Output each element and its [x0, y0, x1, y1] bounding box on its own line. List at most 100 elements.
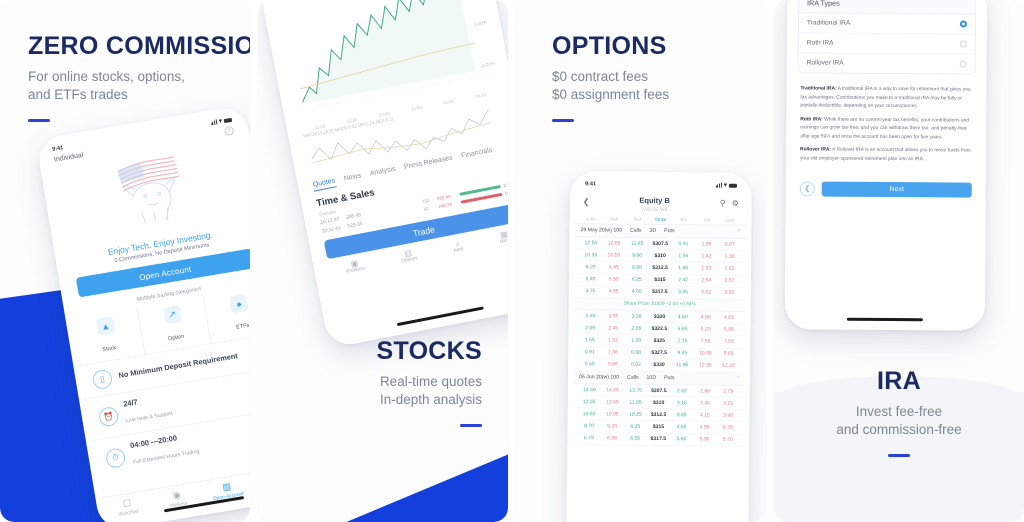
subtitle-line-1: $0 contract fees [552, 69, 649, 85]
option-label: Rollover IRA [806, 59, 844, 67]
table-cell: 4.80 [700, 314, 711, 321]
sale-time: 20:12:47 [319, 216, 340, 226]
desc-term: Roth IRA: [800, 117, 823, 123]
subtitle-line-2: and ETFs trades [28, 87, 128, 103]
table-cell: $310 [654, 252, 666, 259]
table-cell: 5.90 [699, 436, 710, 443]
gear-icon[interactable]: ⚙ [732, 198, 739, 207]
accent-rule [28, 118, 50, 122]
option-rows-group-2: 14.59 14.65 13.75 $307.5 2.62 2.99 2.79 12.35 12… [572, 384, 745, 447]
table-cell: 11.95 [675, 362, 689, 369]
days-label: 3D [649, 227, 657, 235]
table-cell: 13.75 [629, 387, 643, 394]
decor-blue-wedge [332, 437, 508, 522]
expiry-date: 29 May 20(w) 100 [580, 227, 623, 234]
search-icon[interactable]: ⚲ [720, 198, 726, 207]
table-cell: 12.35 [698, 362, 712, 369]
action-options[interactable]: ▤ Options [399, 247, 418, 264]
calls-label: Calls [629, 227, 642, 234]
app-store-screenshot-gallery: ZERO COMMISSION For online stocks, optio… [0, 0, 1024, 522]
subtitle-line-1: Real-time quotes [379, 374, 482, 390]
home-indicator [846, 317, 923, 322]
table-cell: 3.35 [724, 290, 735, 297]
table-cell: 6.25 [631, 276, 642, 284]
table-cell: 6.79 [583, 435, 594, 442]
feature-title: 24/7 [122, 397, 139, 409]
category-label: Stock [102, 345, 117, 354]
table-cell: 2.64 [701, 277, 712, 284]
quote-pct: 0.42% [504, 188, 508, 197]
table-cell: 4.65 [676, 424, 687, 431]
phone-mockup-options-chain: 9:41 ▾ ❮ Equity B VAB.SE.WE ⚲ ⚙ Last Ask… [565, 171, 753, 522]
x-tick: 16:00 [442, 98, 455, 106]
desc-roth: Roth IRA: While there are no current-yea… [800, 116, 972, 143]
table-cell: 9.20 [607, 423, 618, 430]
table-cell: 6.50 [608, 276, 619, 283]
table-cell: $312.5 [650, 411, 667, 418]
table-cell: 2.45 [608, 325, 619, 332]
sale-time: 20:11:41 [321, 225, 342, 235]
symbol-name: Equity B [639, 195, 670, 206]
wizard-footer: ❮ Next [791, 175, 981, 198]
table-cell: 6.55 [630, 435, 641, 443]
panel-stocks: +1.20% 0.00% -0.20% 11:00 12:00 13:00 15… [258, 0, 508, 522]
option-traditional-ira[interactable]: Traditional IRA [798, 13, 975, 35]
next-button[interactable]: Next [821, 181, 972, 198]
feature-sub: Live Help & Support [125, 410, 174, 425]
table-cell: 8.00 [631, 264, 642, 271]
table-cell: 9.45 [677, 350, 688, 357]
panel-heading-block: IRA Invest fee-free and commission-free [774, 368, 1024, 457]
table-cell: 5.70 [722, 436, 733, 444]
table-cell: $315 [652, 424, 665, 431]
table-cell: 2.47 [678, 277, 689, 284]
action-products[interactable]: ▣ Products [344, 257, 366, 275]
table-cell: 2.62 [676, 387, 687, 394]
table-cell: $317.5 [650, 436, 667, 443]
table-cell: 7.56 [700, 338, 711, 345]
table-cell: 0.97 [724, 241, 735, 248]
chevron-up-icon[interactable]: ^ [736, 376, 739, 382]
option-rollover-ira[interactable]: Rollover IRA [799, 53, 975, 73]
network-icon: ● [229, 293, 249, 314]
panel-heading-block: OPTIONS $0 contract fees $0 assignment f… [552, 33, 669, 122]
panel-ira: IRA Types Traditional IRA Roth IRA Rollo… [774, 0, 1024, 522]
table-cell: 0.98 [631, 349, 642, 356]
table-cell: $330 [653, 362, 665, 369]
category-etfs[interactable]: ● ETFs [204, 285, 250, 343]
chevron-left-icon[interactable]: ❮ [583, 197, 590, 206]
desc-traditional: Traditional IRA: A traditional IRA is a … [800, 85, 972, 112]
action-alert[interactable]: ☼ Alert [452, 238, 464, 254]
radio-icon[interactable] [959, 20, 967, 28]
chevron-left-icon[interactable]: ❮ [799, 181, 815, 197]
battery-icon [728, 183, 737, 188]
col-bid: Bid [634, 216, 641, 222]
radio-icon[interactable] [959, 40, 967, 48]
panel-options: OPTIONS $0 contract fees $0 assignment f… [516, 0, 766, 522]
table-cell: 10.05 [699, 350, 712, 357]
table-cell: 3.49 [585, 312, 596, 319]
table-cell: 0.62 [630, 362, 641, 369]
page-subtitle: Real-time quotes In-depth analysis [376, 373, 482, 409]
table-cell: 9.96 [632, 252, 643, 259]
desc-term: Traditional IRA: [800, 86, 837, 92]
table-cell: 8.35 [630, 423, 641, 430]
chevron-up-icon[interactable]: ^ [738, 229, 741, 235]
puts-label: Puts [664, 228, 675, 235]
table-cell: 12.65 [607, 240, 621, 247]
quote-vol: 42 [423, 206, 430, 212]
option-rows-group-1: 12.55 12.65 11.85 $307.5 0.91 1.65 0.97 10.33 10… [573, 237, 747, 300]
question-icon[interactable]: ? [224, 125, 235, 137]
table-cell: 1.38 [724, 253, 735, 260]
table-cell: 12.35 [582, 398, 596, 406]
table-cell: 2.99 [700, 387, 711, 395]
col-vol: Vol [703, 217, 711, 223]
option-roth-ira[interactable]: Roth IRA [798, 33, 975, 55]
table-cell: 5.95 [723, 326, 734, 333]
table-cell: 3.38 [631, 313, 642, 320]
option-label: Roth IRA [806, 39, 834, 47]
table-row[interactable]: 6.79 6.98 6.55 $317.5 5.60 5.90 5.70 [572, 432, 745, 447]
radio-icon[interactable] [959, 60, 967, 68]
action-more[interactable]: ▦ More [498, 229, 508, 246]
expiry-date: 05 Jun 20(w) 100 [578, 374, 620, 381]
tab-watchlist[interactable]: ☐ Watchlist [101, 494, 154, 520]
